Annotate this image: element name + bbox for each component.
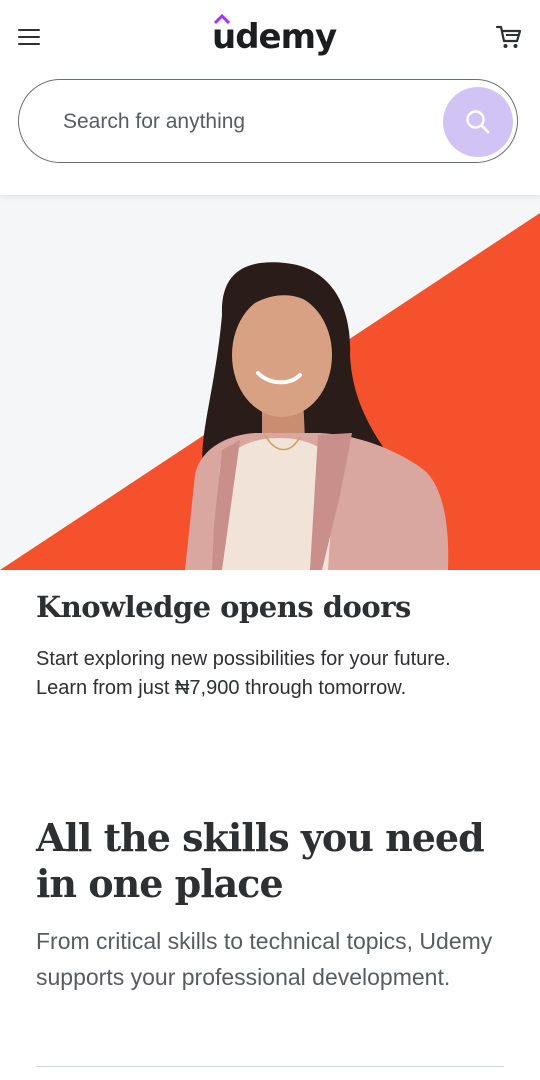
logo-cap-icon xyxy=(214,14,230,24)
shopping-cart-icon[interactable] xyxy=(494,22,524,52)
hero-banner xyxy=(0,195,540,570)
search-bar xyxy=(18,79,518,163)
skills-heading: All the skills you need in one place xyxy=(36,815,485,906)
promo-title: Knowledge opens doors xyxy=(36,590,411,624)
logo-text: udemy xyxy=(212,17,337,57)
hero-image xyxy=(0,213,540,570)
top-header: udemy xyxy=(0,0,540,195)
promo-line-1: Start exploring new possibilities for yo… xyxy=(36,648,451,670)
promo-line-2: Learn from just ₦7,900 through tomorrow. xyxy=(36,677,407,699)
search-input[interactable] xyxy=(61,100,435,144)
skills-description: From critical skills to technical topics… xyxy=(36,928,493,990)
search-button[interactable] xyxy=(443,87,513,157)
search-icon xyxy=(466,110,490,134)
promo-description: Start exploring new possibilities for yo… xyxy=(36,645,516,703)
section-divider xyxy=(36,1066,504,1067)
hamburger-menu-icon[interactable] xyxy=(18,26,42,48)
udemy-logo[interactable]: udemy xyxy=(212,12,337,62)
